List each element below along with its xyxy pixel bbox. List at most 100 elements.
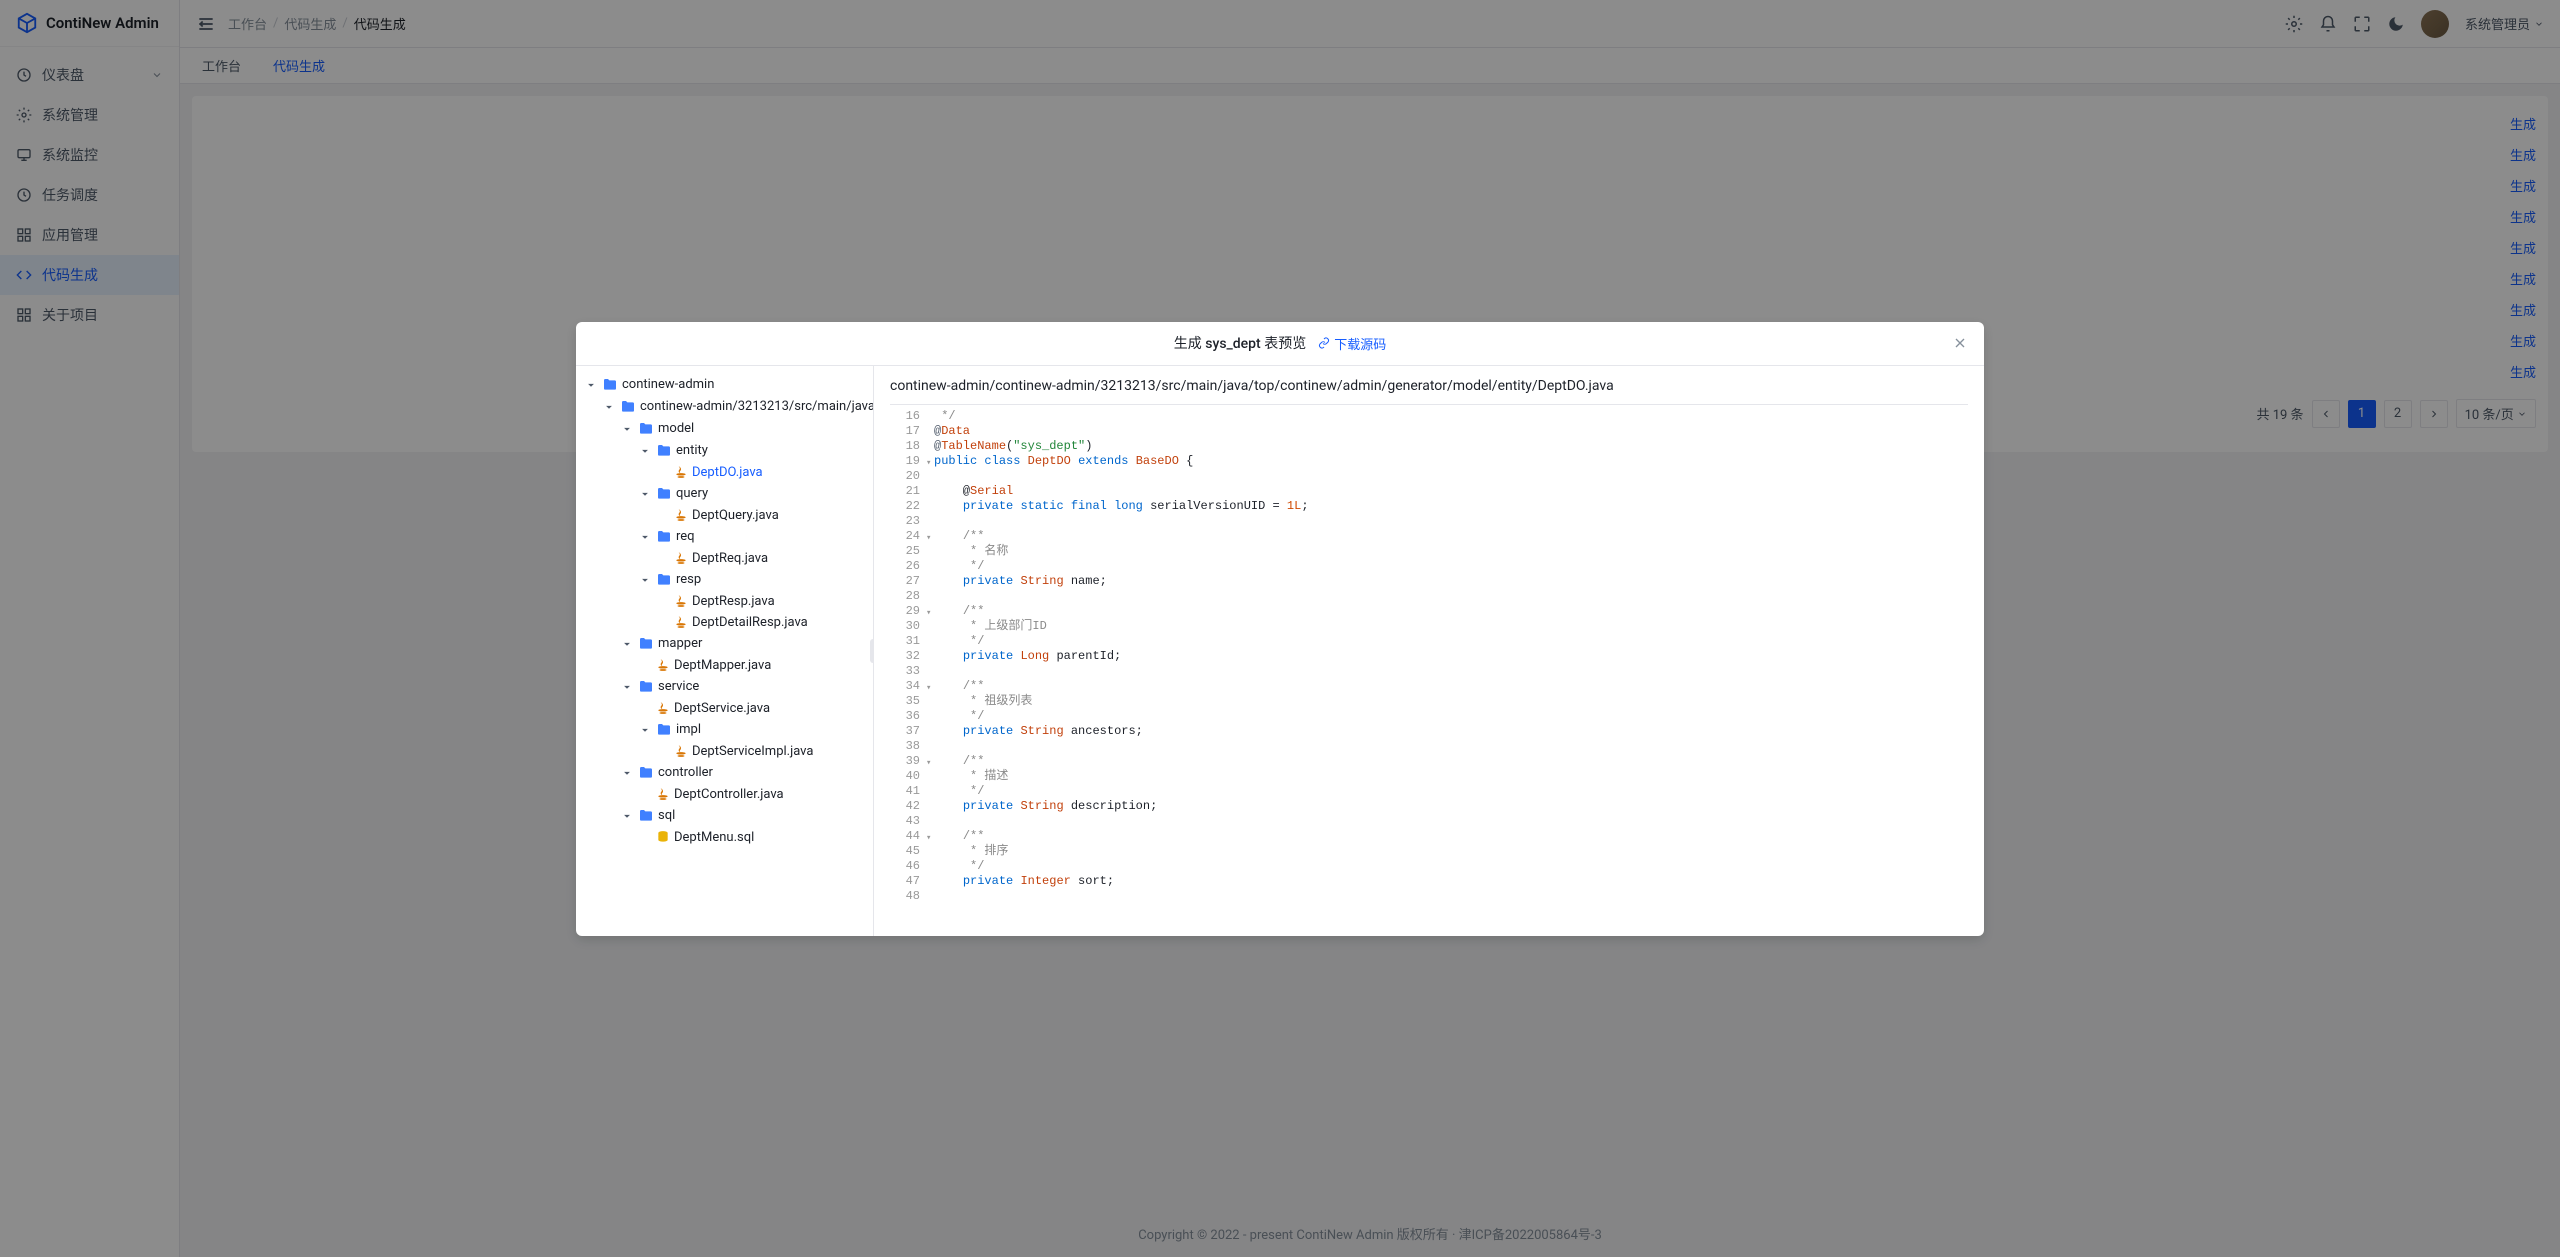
tree-node[interactable]: sql (580, 805, 869, 827)
line-number: 36 (890, 709, 920, 724)
line-number: 27 (890, 574, 920, 589)
tree-toggle-icon[interactable] (638, 487, 652, 501)
tree-node[interactable]: DeptReq.java (580, 548, 869, 569)
line-number: 46 (890, 859, 920, 874)
line-number: 33 (890, 664, 920, 679)
modal-header: 生成 sys_dept 表预览 下载源码 (576, 322, 1984, 366)
tree-node[interactable]: model (580, 418, 869, 440)
line-number: 29▾ (890, 604, 920, 619)
code-pane: continew-admin/continew-admin/3213213/sr… (874, 366, 1984, 936)
line-number: 31 (890, 634, 920, 649)
folder-icon (656, 486, 672, 502)
tree-node[interactable]: DeptResp.java (580, 591, 869, 612)
tree-node[interactable]: mapper (580, 633, 869, 655)
tree-toggle-icon[interactable] (620, 637, 634, 651)
line-number: 18 (890, 439, 920, 454)
tree-label: DeptResp.java (692, 594, 775, 609)
code-line (934, 589, 1968, 604)
tree-node[interactable]: query (580, 483, 869, 505)
folder-icon (656, 529, 672, 545)
folder-icon (638, 765, 654, 781)
tree-label: continew-admin/3213213/src/main/java/top… (640, 399, 874, 414)
tree-node[interactable]: req (580, 526, 869, 548)
code-line (934, 814, 1968, 829)
code-line: */ (934, 634, 1968, 649)
java-file-icon (674, 615, 688, 629)
tree-node[interactable]: DeptService.java (580, 698, 869, 719)
file-path: continew-admin/continew-admin/3213213/sr… (890, 378, 1968, 405)
tree-label: resp (676, 572, 701, 587)
link-icon (1318, 337, 1330, 349)
tree-toggle-icon[interactable] (602, 400, 616, 414)
code-line: /** (934, 679, 1968, 694)
tree-toggle-icon[interactable] (620, 680, 634, 694)
tree-toggle-icon[interactable] (620, 766, 634, 780)
line-number: 28 (890, 589, 920, 604)
tree-toggle-icon[interactable] (638, 530, 652, 544)
tree-label: entity (676, 443, 708, 458)
tree-toggle-icon[interactable] (620, 422, 634, 436)
tree-label: DeptService.java (674, 701, 770, 716)
code-line (934, 514, 1968, 529)
tree-toggle-icon[interactable] (638, 444, 652, 458)
line-number: 44▾ (890, 829, 920, 844)
tree-node[interactable]: resp (580, 569, 869, 591)
line-number: 26 (890, 559, 920, 574)
tree-label: DeptMapper.java (674, 658, 771, 673)
tree-node[interactable]: continew-admin (580, 374, 869, 396)
code-line: */ (934, 709, 1968, 724)
tree-label: mapper (658, 636, 702, 651)
fold-marker-icon[interactable]: ▾ (926, 756, 931, 771)
line-number: 42 (890, 799, 920, 814)
java-file-icon (674, 508, 688, 522)
modal-body: continew-admin continew-admin/3213213/src… (576, 366, 1984, 936)
tree-node[interactable]: DeptController.java (580, 784, 869, 805)
tree-label: continew-admin (622, 377, 714, 392)
tree-label: DeptDetailResp.java (692, 615, 808, 630)
tree-node[interactable]: DeptDO.java (580, 462, 869, 483)
modal-overlay[interactable]: 生成 sys_dept 表预览 下载源码 continew-adminconti… (0, 0, 2560, 1257)
code-line: private String name; (934, 574, 1968, 589)
tree-toggle-icon[interactable] (584, 378, 598, 392)
code-editor[interactable]: 16171819▾2021222324▾2526272829▾303132333… (890, 409, 1968, 936)
code-line: */ (934, 784, 1968, 799)
line-number: 45 (890, 844, 920, 859)
tree-label: sql (658, 808, 675, 823)
download-source-link[interactable]: 下载源码 (1318, 334, 1386, 353)
sql-file-icon (656, 830, 670, 844)
tree-node[interactable]: continew-admin/3213213/src/main/java/top… (580, 396, 869, 418)
tree-node[interactable]: service (580, 676, 869, 698)
tree-node[interactable]: controller (580, 762, 869, 784)
code-line (934, 739, 1968, 754)
code-line: /** (934, 529, 1968, 544)
java-file-icon (674, 594, 688, 608)
code-line: public class DeptDO extends BaseDO { (934, 454, 1968, 469)
tree-node[interactable]: impl (580, 719, 869, 741)
fold-marker-icon[interactable]: ▾ (926, 456, 931, 471)
code-line: * 描述 (934, 769, 1968, 784)
fold-marker-icon[interactable]: ▾ (926, 606, 931, 621)
line-number: 19▾ (890, 454, 920, 469)
tree-node[interactable]: DeptQuery.java (580, 505, 869, 526)
tree-node[interactable]: DeptServiceImpl.java (580, 741, 869, 762)
tree-toggle-icon[interactable] (620, 809, 634, 823)
code-line: * 祖级列表 (934, 694, 1968, 709)
tree-node[interactable]: entity (580, 440, 869, 462)
fold-marker-icon[interactable]: ▾ (926, 831, 931, 846)
tree-label: DeptDO.java (692, 465, 763, 480)
fold-marker-icon[interactable]: ▾ (926, 681, 931, 696)
close-icon[interactable] (1952, 335, 1968, 351)
code-line (934, 889, 1968, 904)
file-tree[interactable]: continew-admin continew-admin/3213213/src… (576, 366, 874, 936)
tree-toggle-icon[interactable] (638, 573, 652, 587)
code-line: private Integer sort; (934, 874, 1968, 889)
java-file-icon (656, 658, 670, 672)
tree-label: DeptQuery.java (692, 508, 779, 523)
tree-label: model (658, 421, 694, 436)
tree-toggle-icon[interactable] (638, 723, 652, 737)
tree-node[interactable]: DeptDetailResp.java (580, 612, 869, 633)
code-line: /** (934, 754, 1968, 769)
tree-node[interactable]: DeptMenu.sql (580, 827, 869, 848)
tree-node[interactable]: DeptMapper.java (580, 655, 869, 676)
fold-marker-icon[interactable]: ▾ (926, 531, 931, 546)
